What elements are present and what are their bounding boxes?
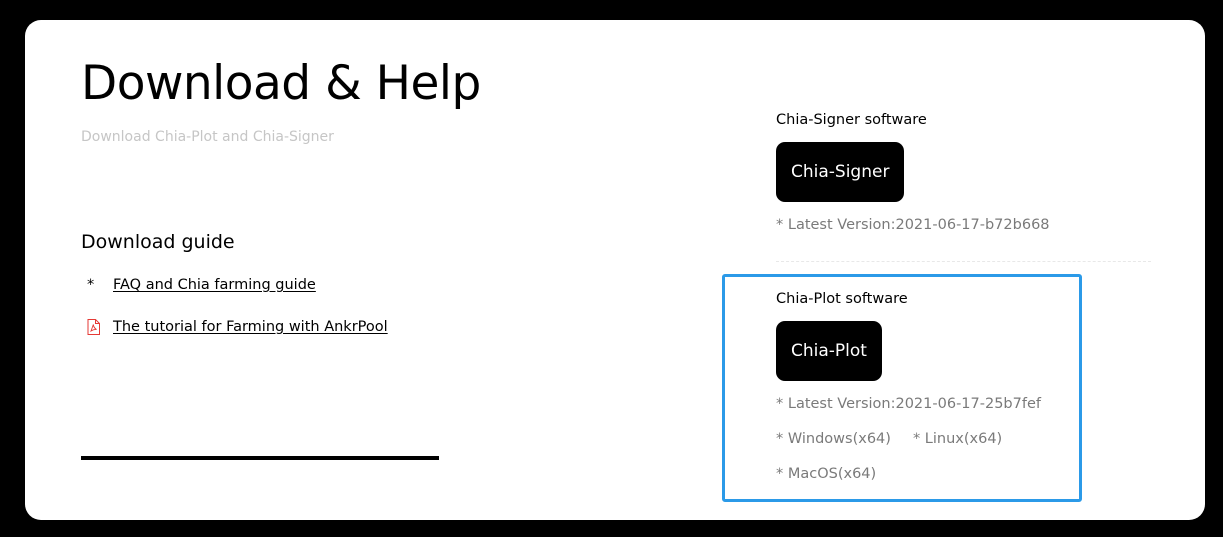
- farming-tutorial-link[interactable]: The tutorial for Farming with AnkrPool: [113, 317, 388, 337]
- platform-windows[interactable]: * Windows(x64): [776, 431, 891, 447]
- pdf-icon: [87, 317, 113, 337]
- chia-plot-download-button[interactable]: Chia-Plot: [776, 321, 882, 381]
- asterisk-bullet: *: [87, 277, 95, 293]
- section-divider: [81, 456, 439, 460]
- download-help-card: Download & Help Download Chia-Plot and C…: [25, 20, 1205, 520]
- plot-section-label: Chia-Plot software: [776, 291, 908, 307]
- guide-item-tutorial: The tutorial for Farming with AnkrPool: [87, 317, 388, 337]
- page-title: Download & Help: [81, 56, 481, 111]
- dashed-separator: [776, 261, 1151, 262]
- guide-item-faq: * FAQ and Chia farming guide: [87, 275, 316, 295]
- platform-linux[interactable]: * Linux(x64): [913, 431, 1002, 447]
- platform-row: * Windows(x64) * Linux(x64): [776, 429, 1002, 449]
- platform-macos[interactable]: * MacOS(x64): [776, 464, 876, 484]
- chia-signer-download-button[interactable]: Chia-Signer: [776, 142, 905, 202]
- page-subtitle: Download Chia-Plot and Chia-Signer: [81, 129, 334, 145]
- signer-version: * Latest Version:2021-06-17-b72b668: [776, 217, 1050, 233]
- plot-version: * Latest Version:2021-06-17-25b7fef: [776, 396, 1041, 412]
- faq-link[interactable]: FAQ and Chia farming guide: [113, 275, 316, 295]
- download-guide-heading: Download guide: [81, 231, 235, 253]
- signer-section-label: Chia-Signer software: [776, 112, 927, 128]
